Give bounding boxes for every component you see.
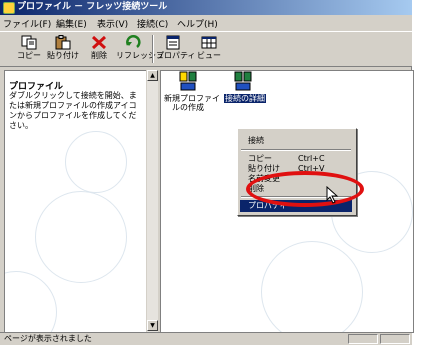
scroll-down-button[interactable]: ▼ [147,320,158,331]
paste-button[interactable]: 貼り付け [46,34,80,64]
globe-watermark [65,131,127,193]
toolbar: コピー 貼り付け 削除 リフレッシュ プロパティ ビュー [0,32,412,67]
globe-watermark [35,191,127,283]
delete-x-icon [91,35,107,50]
copy-icon [21,35,37,50]
menu-separator [241,149,351,151]
paste-label: 貼り付け [47,51,79,60]
menu-view[interactable]: 表示(V) [97,17,128,30]
copy-label: コピー [17,51,41,60]
pane-description: ダブルクリックして接続を開始、または新規プロファイルの作成アイコンからプロファイ… [9,91,137,130]
refresh-label: リフレッシュ [116,51,164,60]
copy-button[interactable]: コピー [12,34,46,64]
menu-edit[interactable]: 編集(E) [56,17,87,30]
paste-icon [55,35,71,50]
list-item-label: 新規プロファイ ルの作成 [164,94,220,112]
window-title: プロファイル － フレッツ接続ツール [17,2,168,12]
menu-connect[interactable]: 接続(C) [137,17,168,30]
globe-watermark [261,241,363,332]
profile-icon [234,71,252,91]
refresh-icon [126,35,141,48]
new-profile-icon [179,71,197,91]
view-label: ビュー [197,51,221,60]
menu-file[interactable]: ファイル(F) [3,17,51,30]
toolbar-separator [152,35,154,63]
status-panel [348,334,378,344]
globe-watermark [5,271,57,332]
view-button[interactable]: ビュー [192,34,226,64]
scroll-up-button[interactable]: ▲ [147,70,158,81]
properties-label: プロパティ [156,51,196,60]
menu-bar: ファイル(F) 編集(E) 表示(V) 接続(C) ヘルプ(H) [0,15,412,32]
status-text: ページが表示されました [4,334,92,343]
menu-item-label: 接続 [248,136,264,145]
menu-item-connect[interactable]: 接続 [240,135,352,147]
delete-label: 削除 [91,51,107,60]
title-bar[interactable]: プロファイル － フレッツ接続ツール [0,0,412,15]
vertical-scrollbar[interactable]: ▲ ▼ [146,70,158,332]
list-item-label: 接続の詳細 [224,94,266,103]
menu-help[interactable]: ヘルプ(H) [177,17,218,30]
refresh-button[interactable]: リフレッシュ [116,34,164,64]
status-bar: ページが表示されました [0,332,412,345]
properties-icon [166,35,180,50]
properties-button[interactable]: プロパティ [156,34,196,64]
view-grid-icon [201,36,217,49]
status-panel [380,334,410,344]
annotation-red-oval [246,171,364,207]
app-icon [3,2,15,14]
mouse-pointer-icon [326,186,339,204]
delete-button[interactable]: 削除 [82,34,116,64]
left-info-pane: プロファイル ダブルクリックして接続を開始、または新規プロファイルの作成アイコン… [4,70,158,333]
